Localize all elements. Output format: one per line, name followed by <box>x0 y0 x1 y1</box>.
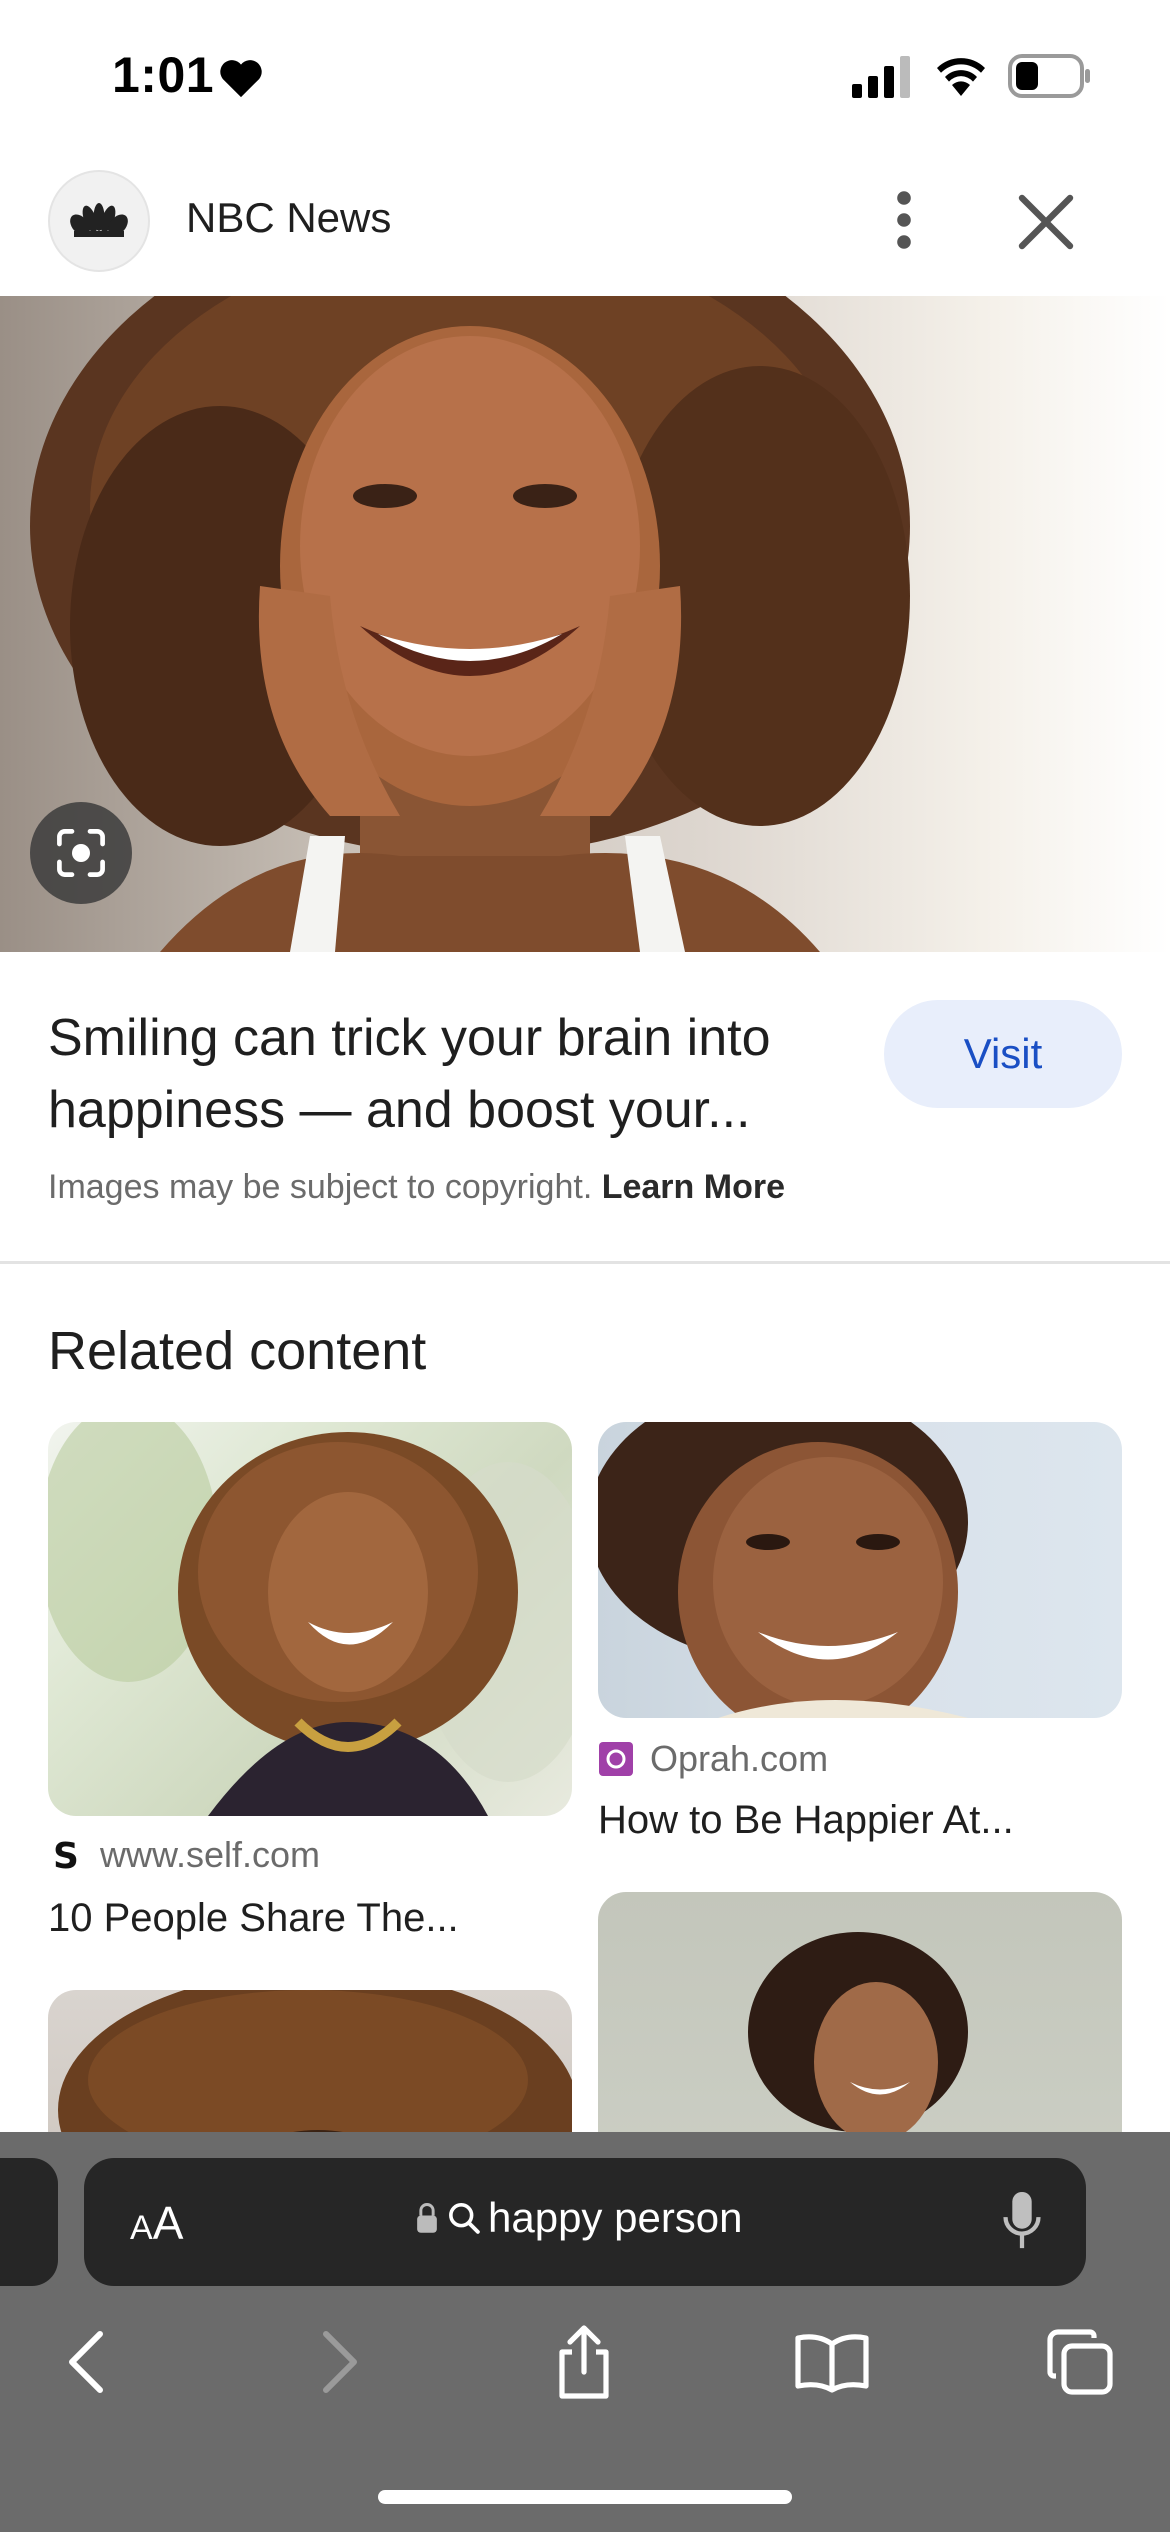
oprah-logo-icon <box>598 1741 634 1777</box>
source-name[interactable]: NBC News <box>186 194 391 242</box>
copyright-notice: Images may be subject to copyright. Lear… <box>48 1168 785 1207</box>
related-source-self[interactable]: S www.self.com <box>48 1834 320 1876</box>
cellular-signal-icon <box>852 56 910 98</box>
address-bar[interactable]: AA happy person <box>84 2158 1086 2286</box>
heart-icon <box>220 60 262 98</box>
lock-icon <box>417 2203 437 2233</box>
share-icon <box>559 2325 609 2399</box>
svg-text:S: S <box>53 1837 79 1873</box>
wifi-icon <box>937 58 985 96</box>
microphone-icon[interactable] <box>1002 2190 1042 2252</box>
tabs-icon <box>1047 2329 1113 2395</box>
related-source-oprah[interactable]: Oprah.com <box>598 1738 828 1780</box>
related-source-label: www.self.com <box>100 1834 321 1875</box>
source-header: NBC News <box>0 160 1170 290</box>
address-field[interactable]: happy person <box>414 2194 743 2242</box>
related-content-heading: Related content <box>48 1321 427 1381</box>
search-icon <box>449 2203 480 2234</box>
tabs-button[interactable] <box>1040 2322 1120 2402</box>
more-vertical-icon[interactable] <box>880 188 928 252</box>
home-indicator[interactable] <box>378 2490 792 2504</box>
nbc-peacock-icon <box>70 203 128 237</box>
learn-more-link[interactable]: Learn More <box>602 1168 785 1206</box>
status-time: 1:01 <box>112 47 215 103</box>
related-image-oprah[interactable] <box>598 1422 1122 1718</box>
bookmarks-icon <box>795 2334 869 2393</box>
status-bar: 1:01 <box>0 0 1170 150</box>
self-logo-icon: S <box>48 1837 84 1873</box>
battery-icon <box>1008 54 1090 98</box>
forward-icon <box>323 2331 357 2393</box>
search-query: happy person <box>488 2194 743 2241</box>
related-image-self[interactable] <box>48 1422 572 1816</box>
laughing-woman-photo <box>48 1422 572 1816</box>
lens-button[interactable] <box>30 802 132 904</box>
source-logo[interactable] <box>48 170 150 272</box>
related-title-self[interactable]: 10 People Share The... <box>48 1896 459 1941</box>
result-info: Smiling can trick your brain into happin… <box>0 952 1170 1264</box>
text-size-button[interactable]: AA <box>130 2196 183 2250</box>
related-title-oprah[interactable]: How to Be Happier At... <box>598 1798 1014 1843</box>
related-source-label: Oprah.com <box>650 1738 829 1779</box>
result-image[interactable] <box>0 296 1170 952</box>
smiling-woman-closeup-photo <box>598 1422 968 1718</box>
share-button[interactable] <box>544 2322 624 2402</box>
close-icon[interactable] <box>1016 192 1076 252</box>
result-title[interactable]: Smiling can trick your brain into happin… <box>48 1002 868 1146</box>
bookmarks-button[interactable] <box>792 2322 872 2402</box>
back-button[interactable] <box>46 2322 126 2402</box>
copyright-text: Images may be subject to copyright. <box>48 1168 593 1206</box>
lens-icon <box>57 829 105 877</box>
visit-button[interactable]: Visit <box>884 1000 1122 1108</box>
forward-button[interactable] <box>300 2322 380 2402</box>
previous-tab-peek[interactable] <box>0 2158 58 2286</box>
back-icon <box>69 2331 103 2393</box>
smiling-woman-photo <box>30 296 910 952</box>
